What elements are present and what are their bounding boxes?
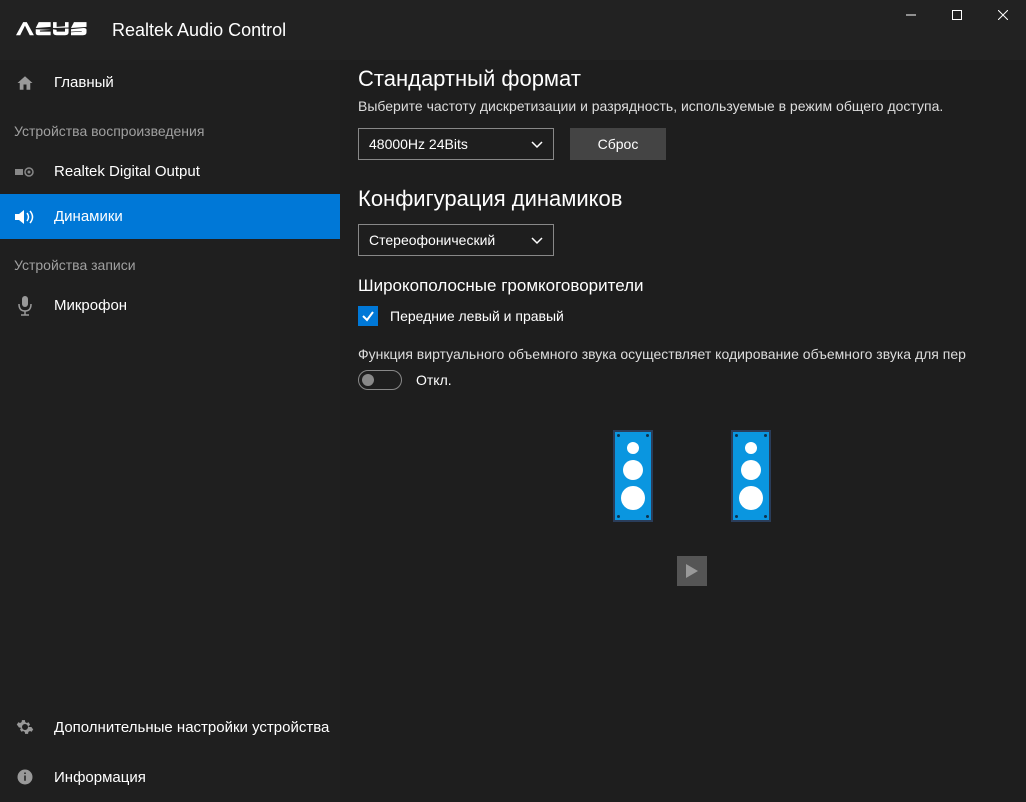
left-speaker-icon[interactable] (613, 430, 653, 522)
gear-icon (14, 718, 36, 736)
chevron-down-icon (531, 136, 543, 152)
virtual-surround-desc: Функция виртуального объемного звука осу… (358, 346, 1026, 362)
virtual-surround-toggle[interactable] (358, 370, 402, 390)
sidebar-section-playback: Устройства воспроизведения (0, 105, 340, 149)
main-content: Стандартный формат Выберите частоту диск… (340, 60, 1026, 802)
digital-output-icon (14, 165, 36, 179)
reset-button-label: Сброс (598, 136, 639, 152)
sidebar-item-digital-output[interactable]: Realtek Digital Output (0, 149, 340, 194)
speaker-icon (14, 209, 36, 225)
fullrange-heading: Широкополосные громкоговорители (358, 276, 1026, 296)
default-format-desc: Выберите частоту дискретизации и разрядн… (358, 98, 1026, 114)
home-icon (14, 74, 36, 92)
sidebar-item-label: Динамики (54, 208, 123, 225)
sidebar-item-label: Микрофон (54, 297, 127, 314)
sidebar: Главный Устройства воспроизведения Realt… (0, 60, 340, 802)
format-select[interactable]: 48000Hz 24Bits (358, 128, 554, 160)
reset-button[interactable]: Сброс (570, 128, 666, 160)
toggle-label: Откл. (416, 372, 452, 388)
right-speaker-icon[interactable] (731, 430, 771, 522)
sidebar-item-advanced[interactable]: Дополнительные настройки устройства (0, 702, 340, 752)
sidebar-section-record: Устройства записи (0, 239, 340, 283)
speaker-visualization (358, 430, 1026, 522)
default-format-heading: Стандартный формат (358, 66, 1026, 92)
chevron-down-icon (531, 232, 543, 248)
sidebar-item-info[interactable]: Информация (0, 752, 340, 802)
app-title: Realtek Audio Control (112, 20, 286, 41)
sidebar-item-speakers[interactable]: Динамики (0, 194, 340, 239)
play-button[interactable] (677, 556, 707, 586)
microphone-icon (14, 296, 36, 316)
info-icon (14, 768, 36, 786)
sidebar-item-label: Информация (54, 769, 146, 786)
maximize-button[interactable] (934, 0, 980, 30)
speaker-config-heading: Конфигурация динамиков (358, 186, 1026, 212)
sidebar-item-label: Главный (54, 74, 114, 91)
sidebar-item-label: Realtek Digital Output (54, 163, 200, 180)
front-lr-label: Передние левый и правый (390, 308, 564, 324)
front-lr-checkbox[interactable] (358, 306, 378, 326)
minimize-button[interactable] (888, 0, 934, 30)
close-button[interactable] (980, 0, 1026, 30)
format-select-value: 48000Hz 24Bits (369, 136, 468, 152)
asus-logo (16, 22, 88, 38)
sidebar-item-label: Дополнительные настройки устройства (54, 719, 329, 736)
sidebar-item-microphone[interactable]: Микрофон (0, 283, 340, 328)
sidebar-item-main[interactable]: Главный (0, 60, 340, 105)
config-select-value: Стереофонический (369, 232, 495, 248)
config-select[interactable]: Стереофонический (358, 224, 554, 256)
titlebar: Realtek Audio Control (0, 0, 1026, 60)
